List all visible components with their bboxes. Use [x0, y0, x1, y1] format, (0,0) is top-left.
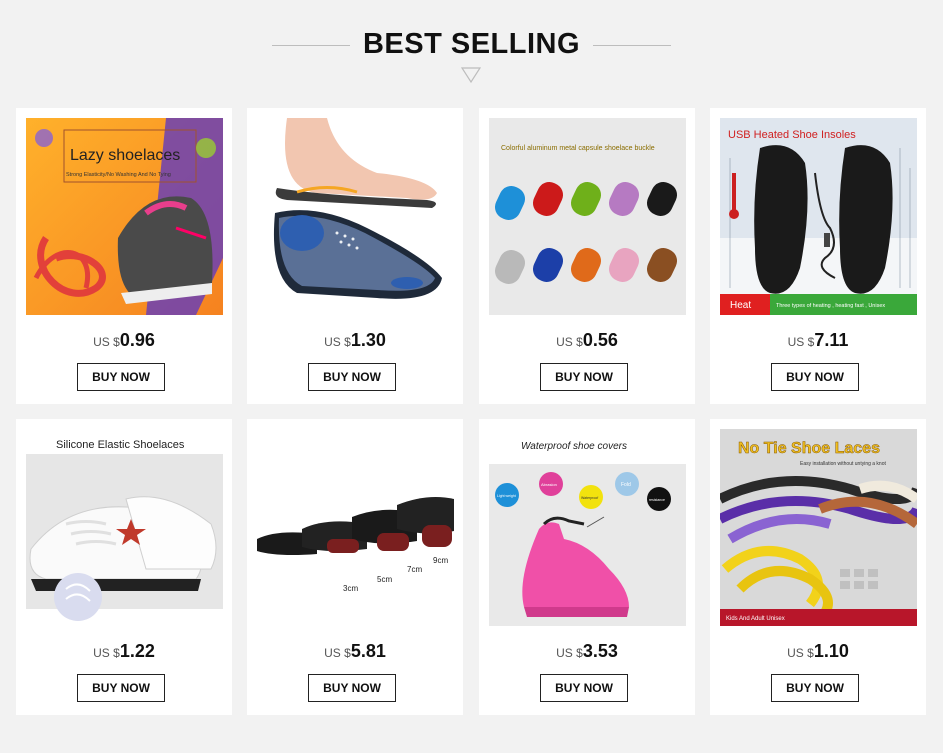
image-caption: Waterproof shoe covers	[521, 441, 627, 452]
section-header: BEST SELLING	[0, 0, 943, 100]
product-image-no-tie-laces[interactable]: No Tie Shoe Laces Easy installation with…	[720, 429, 917, 626]
buy-now-button[interactable]: BUY NOW	[308, 674, 396, 702]
price-value: 7.11	[814, 330, 849, 350]
image-caption: No Tie Shoe Laces	[738, 440, 880, 457]
product-card[interactable]: 3cm 5cm 7cm 9cm US $5.81 BUY NOW	[247, 419, 463, 715]
feature-resistance: resistance	[649, 498, 665, 502]
product-image-insoles[interactable]	[257, 118, 454, 315]
product-price: US $1.10	[710, 641, 926, 662]
product-image-shoe-covers[interactable]: Waterproof shoe covers Light weight Abra…	[489, 429, 686, 626]
product-card[interactable]: Lazy shoelaces Strong Elasticity/No Wash…	[16, 108, 232, 404]
price-value: 5.81	[350, 641, 386, 661]
product-price: US $1.30	[247, 330, 463, 351]
buy-now-button[interactable]: BUY NOW	[77, 363, 165, 391]
price-value: 1.10	[813, 641, 849, 661]
product-price: US $0.96	[16, 330, 232, 351]
product-price: US $5.81	[247, 641, 463, 662]
price-currency: US $	[787, 335, 815, 349]
image-caption: Silicone Elastic Shoelaces	[56, 439, 185, 451]
price-currency: US $	[556, 646, 583, 660]
header-rule-right	[593, 45, 671, 46]
product-image-silicone-laces[interactable]: Silicone Elastic Shoelaces	[26, 429, 223, 626]
buy-now-button[interactable]: BUY NOW	[77, 674, 165, 702]
feature-fold: Fold	[621, 482, 631, 488]
price-value: 0.96	[119, 330, 155, 350]
size-label-5cm: 5cm	[377, 575, 392, 584]
price-currency: US $	[556, 335, 583, 349]
buy-now-button[interactable]: BUY NOW	[540, 363, 628, 391]
image-caption: Colorful aluminum metal capsule shoelace…	[501, 145, 655, 152]
product-price: US $1.22	[16, 641, 232, 662]
product-image-height-insoles[interactable]: 3cm 5cm 7cm 9cm	[257, 429, 454, 626]
price-currency: US $	[93, 335, 120, 349]
product-price: US $7.11	[710, 330, 926, 351]
product-card[interactable]: USB Heated Shoe Insoles Heat Three types…	[710, 108, 926, 404]
price-value: 1.22	[119, 641, 155, 661]
feature-light-weight: Light weight	[497, 494, 516, 498]
price-currency: US $	[787, 646, 814, 660]
image-caption: Lazy shoelaces	[70, 147, 180, 164]
price-currency: US $	[324, 335, 351, 349]
buy-now-button[interactable]: BUY NOW	[771, 674, 859, 702]
section-title: BEST SELLING	[362, 28, 581, 60]
product-image-capsule-buckle[interactable]: Colorful aluminum metal capsule shoelace…	[489, 118, 686, 315]
price-currency: US $	[324, 646, 351, 660]
price-currency: US $	[93, 646, 120, 660]
image-footer: Kids And Adult Unisex	[726, 616, 785, 622]
product-image-heated-insoles[interactable]: USB Heated Shoe Insoles Heat Three types…	[720, 118, 917, 315]
buy-now-button[interactable]: BUY NOW	[308, 363, 396, 391]
product-price: US $0.56	[479, 330, 695, 351]
product-card[interactable]: US $1.30 BUY NOW	[247, 108, 463, 404]
product-card[interactable]: Colorful aluminum metal capsule shoelace…	[479, 108, 695, 404]
price-value: 3.53	[582, 641, 618, 661]
size-label-7cm: 7cm	[407, 565, 422, 574]
price-value: 0.56	[582, 330, 618, 350]
product-card[interactable]: Waterproof shoe covers Light weight Abra…	[479, 419, 695, 715]
image-tag: Heat	[730, 300, 751, 311]
product-price: US $3.53	[479, 641, 695, 662]
down-triangle-icon	[461, 67, 481, 83]
image-footer: Three types of heating , heating fast , …	[776, 303, 885, 309]
size-label-9cm: 9cm	[433, 556, 448, 565]
feature-abrasion: Abrasion	[541, 482, 557, 487]
image-subcaption: Strong Elasticity/No Washing And No Tyin…	[66, 172, 171, 178]
feature-waterproof: Waterproof	[581, 496, 598, 500]
image-subcaption: Easy installation without untying a knot	[800, 461, 886, 467]
buy-now-button[interactable]: BUY NOW	[540, 674, 628, 702]
buy-now-button[interactable]: BUY NOW	[771, 363, 859, 391]
image-caption: USB Heated Shoe Insoles	[728, 129, 856, 141]
size-label-3cm: 3cm	[343, 584, 358, 593]
product-card[interactable]: No Tie Shoe Laces Easy installation with…	[710, 419, 926, 715]
product-image-lazy-shoelaces[interactable]: Lazy shoelaces Strong Elasticity/No Wash…	[26, 118, 223, 315]
price-value: 1.30	[350, 330, 386, 350]
product-card[interactable]: Silicone Elastic Shoelaces US $1.22 BUY …	[16, 419, 232, 715]
